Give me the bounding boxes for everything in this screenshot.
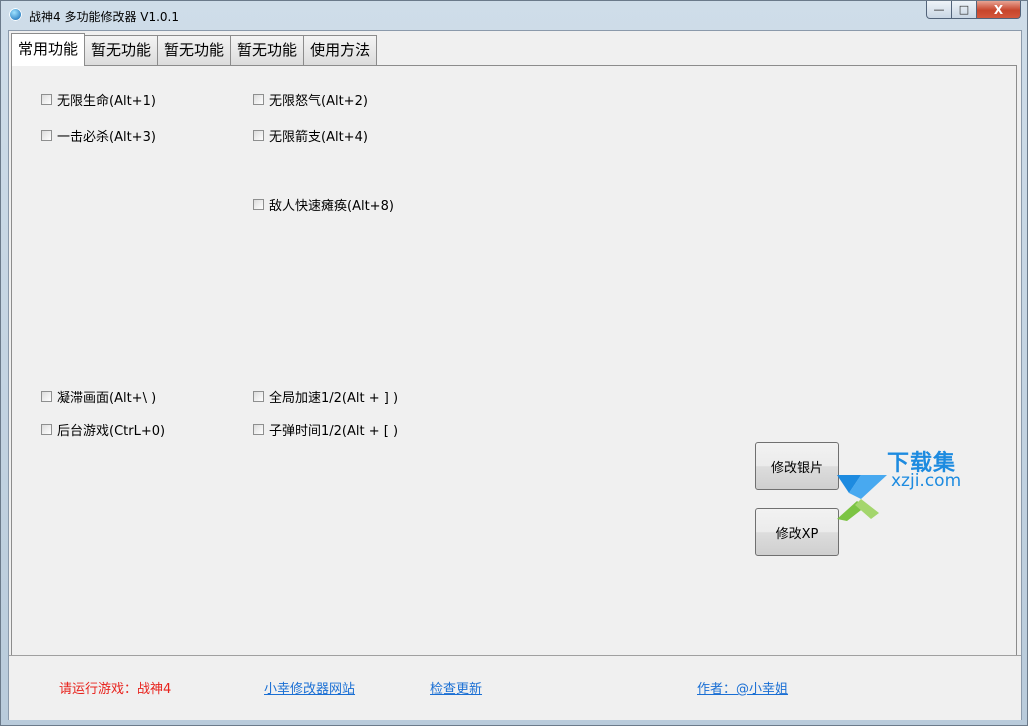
minimize-icon: — xyxy=(933,3,945,16)
checkbox-box[interactable] xyxy=(253,130,264,141)
tab-unavailable-2[interactable]: 暂无功能 xyxy=(157,35,232,65)
checkbox-label: 无限箭支(Alt+4) xyxy=(269,130,368,145)
checkbox-background-game[interactable]: 后台游戏(CtrL+0) xyxy=(41,420,165,439)
maximize-icon: □ xyxy=(958,3,970,16)
title-bar[interactable]: 战神4 多功能修改器 V1.0.1 — □ X xyxy=(1,1,1027,29)
tab-unavailable-3[interactable]: 暂无功能 xyxy=(230,35,305,65)
window-controls: — □ X xyxy=(926,1,1021,20)
checkbox-global-speed[interactable]: 全局加速1/2(Alt + ] ) xyxy=(253,387,398,406)
app-window: 战神4 多功能修改器 V1.0.1 — □ X 常用功能 暂无功能 暂无功能 暂… xyxy=(0,0,1028,726)
checkbox-label: 敌人快速瘫痪(Alt+8) xyxy=(269,199,394,214)
checkbox-box[interactable] xyxy=(253,424,264,435)
checkbox-one-hit-kill[interactable]: 一击必杀(Alt+3) xyxy=(41,126,156,145)
watermark-logo-icon xyxy=(837,475,887,521)
checkbox-infinite-arrows[interactable]: 无限箭支(Alt+4) xyxy=(253,126,368,145)
maximize-button[interactable]: □ xyxy=(952,1,977,19)
tab-unavailable-1[interactable]: 暂无功能 xyxy=(84,35,159,65)
tab-strip: 常用功能 暂无功能 暂无功能 暂无功能 使用方法 xyxy=(11,33,378,66)
checkbox-box[interactable] xyxy=(41,94,52,105)
checkbox-box[interactable] xyxy=(41,130,52,141)
checkbox-enemy-quick-stun[interactable]: 敌人快速瘫痪(Alt+8) xyxy=(253,195,394,214)
window-title: 战神4 多功能修改器 V1.0.1 xyxy=(29,10,180,24)
author-link[interactable]: 作者：@小幸姐 xyxy=(697,678,788,697)
tab-usage[interactable]: 使用方法 xyxy=(303,35,378,65)
checkbox-label: 凝滞画面(Alt+\ ) xyxy=(57,391,157,406)
checkbox-label: 一击必杀(Alt+3) xyxy=(57,130,156,145)
checkbox-box[interactable] xyxy=(253,391,264,402)
client-area: 常用功能 暂无功能 暂无功能 暂无功能 使用方法 无限生命(Alt+1) 无限怒… xyxy=(8,30,1022,720)
checkbox-label: 子弹时间1/2(Alt + [ ) xyxy=(269,424,399,439)
app-icon xyxy=(9,8,22,21)
checkbox-box[interactable] xyxy=(41,391,52,402)
close-button[interactable]: X xyxy=(977,1,1021,19)
checkbox-box[interactable] xyxy=(253,199,264,210)
checkbox-box[interactable] xyxy=(41,424,52,435)
close-icon: X xyxy=(993,2,1004,17)
site-link[interactable]: 小幸修改器网站 xyxy=(264,678,355,697)
checkbox-label: 后台游戏(CtrL+0) xyxy=(57,424,166,439)
status-bar: 请运行游戏：战神4 小幸修改器网站 检查更新 作者：@小幸姐 xyxy=(9,655,1021,720)
tab-panel-common: 无限生命(Alt+1) 无限怒气(Alt+2) 一击必杀(Alt+3) 无限箭支… xyxy=(11,65,1017,657)
checkbox-box[interactable] xyxy=(253,94,264,105)
checkbox-label: 无限怒气(Alt+2) xyxy=(269,94,368,109)
checkbox-bullet-time[interactable]: 子弹时间1/2(Alt + [ ) xyxy=(253,420,398,439)
check-update-link[interactable]: 检查更新 xyxy=(430,678,482,697)
checkbox-infinite-health[interactable]: 无限生命(Alt+1) xyxy=(41,90,156,109)
checkbox-infinite-rage[interactable]: 无限怒气(Alt+2) xyxy=(253,90,368,109)
tab-common-functions[interactable]: 常用功能 xyxy=(11,33,86,66)
status-message: 请运行游戏：战神4 xyxy=(59,682,172,697)
checkbox-freeze-frame[interactable]: 凝滞画面(Alt+\ ) xyxy=(41,387,156,406)
watermark: 下载集 xzji.com xyxy=(827,441,977,521)
minimize-button[interactable]: — xyxy=(926,1,952,19)
checkbox-label: 无限生命(Alt+1) xyxy=(57,94,156,109)
watermark-domain: xzji.com xyxy=(891,471,962,491)
checkbox-label: 全局加速1/2(Alt + ] ) xyxy=(269,391,399,406)
